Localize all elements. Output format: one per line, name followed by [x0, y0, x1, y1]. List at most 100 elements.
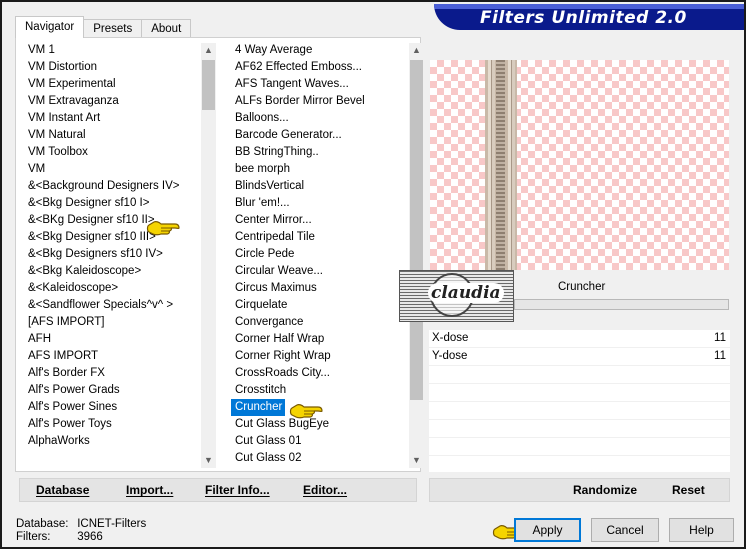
list-row[interactable]: 4 Way Average — [231, 42, 409, 59]
list-row[interactable]: Blur 'em!... — [231, 195, 409, 212]
list-item[interactable]: AFS Tangent Waves... — [231, 76, 409, 93]
filter-info-button[interactable]: Filter Info... — [205, 483, 270, 497]
filter-scrollbar[interactable]: ▲ ▼ — [409, 43, 424, 468]
category-scrollbar[interactable]: ▲ ▼ — [201, 43, 216, 468]
list-row[interactable]: Cut Glass 01 — [231, 433, 409, 450]
tab-about[interactable]: About — [141, 19, 192, 38]
list-item[interactable]: Alf's Power Grads — [24, 382, 214, 399]
list-row[interactable]: AFS Tangent Waves... — [231, 76, 409, 93]
list-row[interactable]: Centripedal Tile — [231, 229, 409, 246]
list-item[interactable]: VM Extravaganza — [24, 93, 214, 110]
list-item[interactable]: VM Distortion — [24, 59, 214, 76]
list-row[interactable]: Cirquelate — [231, 297, 409, 314]
list-row[interactable]: Circus Maximus — [231, 280, 409, 297]
scroll-down-icon[interactable]: ▼ — [201, 453, 216, 468]
list-item[interactable]: Circular Weave... — [231, 263, 409, 280]
list-item[interactable]: &<Bkg Designer sf10 I> — [24, 195, 214, 212]
scroll-down-icon[interactable]: ▼ — [409, 453, 424, 468]
import-button[interactable]: Import... — [126, 483, 173, 497]
list-item[interactable]: Corner Right Wrap — [231, 348, 409, 365]
editor-button[interactable]: Editor... — [303, 483, 347, 497]
list-row[interactable]: Center Mirror... — [231, 212, 409, 229]
scroll-thumb[interactable] — [202, 60, 215, 110]
list-item[interactable]: 4 Way Average — [231, 42, 409, 59]
list-item[interactable]: &<Background Designers IV> — [24, 178, 214, 195]
preview-toolbar: Randomize Reset — [429, 478, 730, 502]
param-row-x-dose[interactable]: X-dose 11 — [429, 330, 730, 348]
reset-button[interactable]: Reset — [672, 483, 705, 497]
list-row[interactable]: CrossRoads City... — [231, 365, 409, 382]
list-item[interactable]: Circus Maximus — [231, 280, 409, 297]
list-item[interactable]: Cut Glass 01 — [231, 433, 409, 450]
list-row[interactable]: Barcode Generator... — [231, 127, 409, 144]
list-item[interactable]: AF62 Effected Emboss... — [231, 59, 409, 76]
scroll-thumb[interactable] — [410, 60, 423, 400]
list-row[interactable]: bee morph — [231, 161, 409, 178]
list-row[interactable]: Balloons... — [231, 110, 409, 127]
list-row[interactable]: Circle Pede — [231, 246, 409, 263]
list-item[interactable]: Centripedal Tile — [231, 229, 409, 246]
param-value[interactable]: 11 — [714, 350, 726, 362]
list-item[interactable]: &<Kaleidoscope> — [24, 280, 214, 297]
list-item[interactable]: Alf's Power Toys — [24, 416, 214, 433]
list-row[interactable]: Cut Glass 02 — [231, 450, 409, 467]
list-item[interactable]: Alf's Border FX — [24, 365, 214, 382]
list-row[interactable]: Corner Right Wrap — [231, 348, 409, 365]
list-item[interactable]: Cirquelate — [231, 297, 409, 314]
list-row[interactable]: Convergance — [231, 314, 409, 331]
list-item[interactable]: [AFS IMPORT] — [24, 314, 214, 331]
apply-button[interactable]: Apply — [514, 518, 581, 542]
list-item[interactable]: VM Natural — [24, 127, 214, 144]
list-item[interactable]: Convergance — [231, 314, 409, 331]
list-item[interactable]: VM — [24, 161, 214, 178]
title-banner: Filters Unlimited 2.0 — [434, 4, 744, 30]
scroll-up-icon[interactable]: ▲ — [409, 43, 424, 58]
list-item[interactable]: VM 1 — [24, 42, 214, 59]
list-item[interactable]: Alf's Power Sines — [24, 399, 214, 416]
list-row[interactable]: ALFs Border Mirror Bevel — [231, 93, 409, 110]
tab-presets[interactable]: Presets — [83, 19, 143, 38]
list-item[interactable]: VM Instant Art — [24, 110, 214, 127]
randomize-button[interactable]: Randomize — [573, 483, 637, 497]
list-item[interactable]: AFS IMPORT — [24, 348, 214, 365]
list-item[interactable]: BB StringThing.. — [231, 144, 409, 161]
list-row[interactable]: BlindsVertical — [231, 178, 409, 195]
list-item[interactable]: &<Bkg Kaleidoscope> — [24, 263, 214, 280]
param-value[interactable]: 11 — [714, 332, 726, 344]
help-button[interactable]: Help — [669, 518, 734, 542]
list-row[interactable]: Crosstitch — [231, 382, 409, 399]
param-row-y-dose[interactable]: Y-dose 11 — [429, 348, 730, 366]
list-item[interactable]: VM Experimental — [24, 76, 214, 93]
list-row[interactable]: AF62 Effected Emboss... — [231, 59, 409, 76]
navigator-toolbar: Database Import... Filter Info... Editor… — [19, 478, 417, 502]
logo-text: claudia — [428, 283, 504, 303]
list-item[interactable]: VM Toolbox — [24, 144, 214, 161]
category-list[interactable]: VM 1 VM Distortion VM Experimental VM Extra… — [24, 42, 214, 470]
list-item[interactable]: bee morph — [231, 161, 409, 178]
list-item[interactable]: Center Mirror... — [231, 212, 409, 229]
list-item[interactable]: AFH — [24, 331, 214, 348]
scroll-up-icon[interactable]: ▲ — [201, 43, 216, 58]
list-item[interactable]: Balloons... — [231, 110, 409, 127]
list-item-selected[interactable]: Cruncher — [231, 399, 286, 416]
list-row[interactable]: Corner Half Wrap — [231, 331, 409, 348]
list-item[interactable]: &<Bkg Designer sf10 III> — [24, 229, 214, 246]
list-item[interactable]: AlphaWorks — [24, 433, 214, 450]
database-button[interactable]: Database — [36, 483, 89, 497]
list-item[interactable]: Cut Glass 02 — [231, 450, 409, 467]
list-row[interactable]: Circular Weave... — [231, 263, 409, 280]
tab-navigator[interactable]: Navigator — [15, 16, 85, 38]
list-item[interactable]: Circle Pede — [231, 246, 409, 263]
cancel-button[interactable]: Cancel — [591, 518, 659, 542]
list-item[interactable]: CrossRoads City... — [231, 365, 409, 382]
list-item[interactable]: BlindsVertical — [231, 178, 409, 195]
list-item[interactable]: Blur 'em!... — [231, 195, 409, 212]
list-item[interactable]: Crosstitch — [231, 382, 409, 399]
list-item[interactable]: ALFs Border Mirror Bevel — [231, 93, 409, 110]
list-item[interactable]: &<Sandflower Specials^v^ > — [24, 297, 214, 314]
list-item[interactable]: Barcode Generator... — [231, 127, 409, 144]
list-row[interactable]: BB StringThing.. — [231, 144, 409, 161]
list-item[interactable]: Corner Half Wrap — [231, 331, 409, 348]
list-item[interactable]: &<Bkg Designers sf10 IV> — [24, 246, 214, 263]
list-item[interactable]: &<BKg Designer sf10 II> — [24, 212, 214, 229]
